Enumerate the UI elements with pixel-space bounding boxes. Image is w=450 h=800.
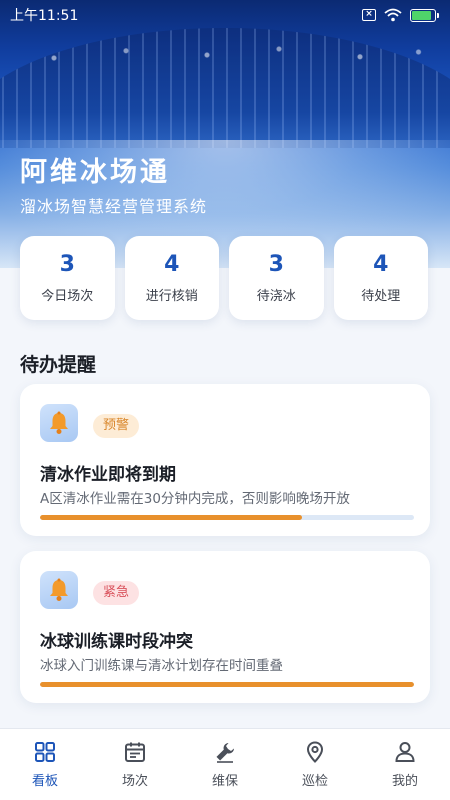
stat-value: 3 xyxy=(59,252,75,277)
app-title: 阿维冰场通 xyxy=(20,157,170,188)
todo-title: 清冰作业即将到期 xyxy=(40,465,176,485)
todo-progress-fill xyxy=(40,515,302,520)
stat-pending-tasks[interactable]: 4 待处理 xyxy=(333,236,428,320)
todo-description: 冰球入门训练课与清冰计划存在时间重叠 xyxy=(40,658,283,674)
todo-card[interactable]: 预警 清冰作业即将到期 A区清冰作业需在30分钟内完成，否则影响晚场开放 xyxy=(20,384,430,536)
stat-pending-resurfacing[interactable]: 3 待浇冰 xyxy=(229,236,324,320)
tab-label: 场次 xyxy=(121,774,148,789)
tab-label: 维保 xyxy=(211,774,238,789)
tab-inspection[interactable]: 巡检 xyxy=(270,729,360,800)
user-icon xyxy=(395,742,415,762)
todo-description: A区清冰作业需在30分钟内完成，否则影响晚场开放 xyxy=(40,491,350,507)
stat-in-verification[interactable]: 4 进行核销 xyxy=(124,236,219,320)
stat-value: 3 xyxy=(268,252,284,277)
status-bar: 上午11:51 × xyxy=(0,0,450,30)
tab-label: 看板 xyxy=(31,774,58,789)
arena-lights-image xyxy=(0,40,450,100)
app-subtitle: 溜冰场智慧经营管理系统 xyxy=(20,197,208,216)
todo-progress-bar xyxy=(40,682,414,687)
battery-icon xyxy=(410,8,439,22)
tab-label: 我的 xyxy=(391,774,418,789)
no-sim-icon: × xyxy=(362,9,376,21)
location-pin-icon xyxy=(306,741,324,763)
tab-maintenance[interactable]: 维保 xyxy=(180,729,270,800)
todo-title: 冰球训练课时段冲突 xyxy=(40,632,193,652)
warning-badge: 预警 xyxy=(93,414,140,438)
bottom-tab-bar: 看板 场次 维保 巡检 我的 xyxy=(0,728,450,800)
stats-row: 3 今日场次 4 进行核销 3 待浇冰 4 待处理 xyxy=(20,236,428,320)
tab-profile[interactable]: 我的 xyxy=(360,729,450,800)
todo-card[interactable]: 紧急 冰球训练课时段冲突 冰球入门训练课与清冰计划存在时间重叠 xyxy=(20,551,430,703)
bell-icon xyxy=(40,404,78,442)
status-time: 上午11:51 xyxy=(10,8,79,24)
bell-icon xyxy=(40,571,78,609)
tab-dashboard[interactable]: 看板 xyxy=(0,729,90,800)
stat-label: 今日场次 xyxy=(41,289,94,304)
tab-label: 巡检 xyxy=(301,774,328,789)
urgent-badge: 紧急 xyxy=(93,581,140,605)
stat-value: 4 xyxy=(164,252,180,277)
tab-sessions[interactable]: 场次 xyxy=(90,729,180,800)
hero-banner xyxy=(0,0,450,268)
stat-today-sessions[interactable]: 3 今日场次 xyxy=(20,236,115,320)
todo-progress-fill xyxy=(40,682,414,687)
section-title-todo: 待办提醒 xyxy=(20,354,97,376)
todo-progress-bar xyxy=(40,515,414,520)
stat-label: 进行核销 xyxy=(145,289,198,304)
wrench-icon xyxy=(216,743,234,763)
stat-value: 4 xyxy=(373,252,389,277)
calendar-icon xyxy=(125,742,145,762)
dashboard-grid-icon xyxy=(35,742,55,762)
wifi-icon xyxy=(384,8,402,22)
stat-label: 待处理 xyxy=(361,289,401,304)
stat-label: 待浇冰 xyxy=(256,289,296,304)
battery-level xyxy=(412,10,431,20)
